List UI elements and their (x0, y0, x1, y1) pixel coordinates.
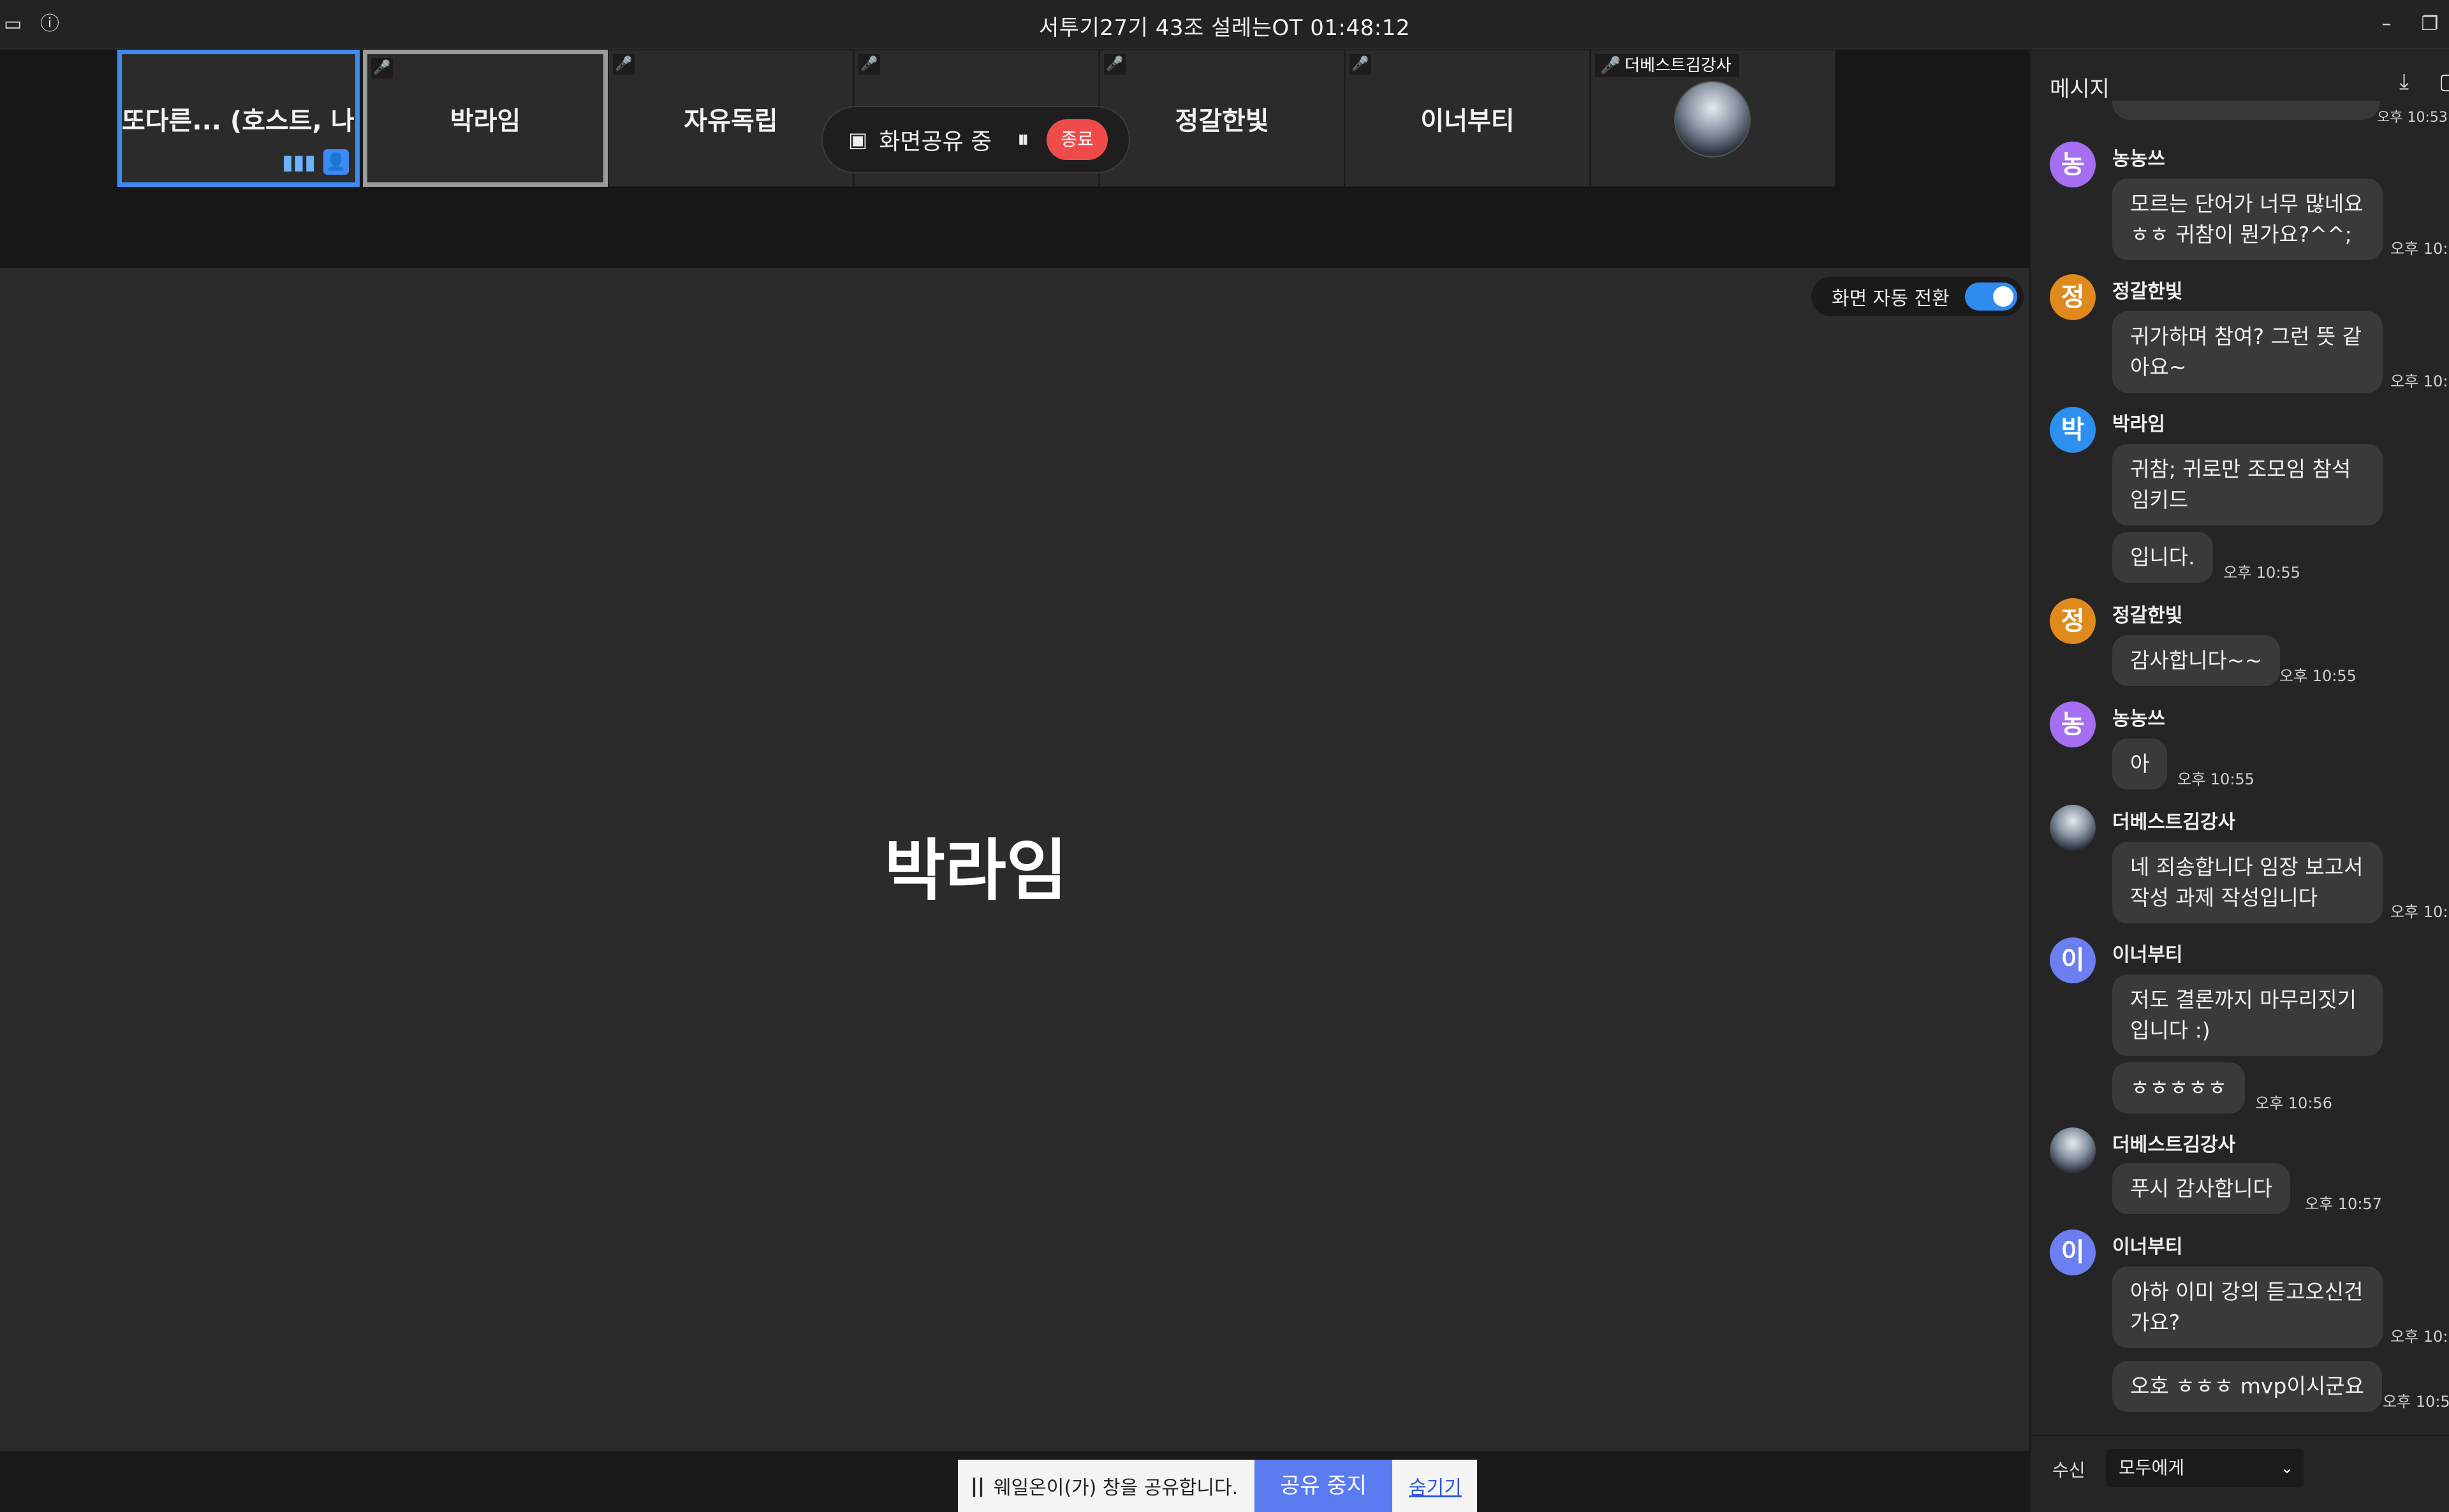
participant-name: 박라임 (450, 106, 521, 136)
active-speaker-name: 박라임 (884, 832, 1068, 909)
message-author: 박라임 (2112, 413, 2165, 436)
participant-tile-host[interactable]: 또다른... (호스트, 나) ▮▮▮ 👤 (117, 50, 360, 187)
message-time: 오후 10:53 (2377, 110, 2448, 126)
message-time: 오후 10:55 (2177, 770, 2254, 788)
main-stage: 화면 자동 전환 박라임 (0, 268, 2029, 1451)
auto-switch-toggle[interactable] (1964, 283, 2017, 311)
message-bubble: 푸시 감사합니다 (2112, 1163, 2291, 1214)
participant-name: 또다른... (호스트, 나) (122, 106, 355, 136)
message-bubble: 오호 ㅎㅎㅎ mvp이시군요 (2112, 1361, 2382, 1412)
message-time: 오후 10:56 (2255, 1094, 2332, 1112)
message-author: 농농쓰 (2112, 708, 2165, 730)
participant-name: 정갈한빛 (1175, 106, 1269, 136)
message-author: 농농쓰 (2112, 148, 2165, 170)
avatar (1674, 81, 1751, 158)
recipient-label: 수신 (2052, 1460, 2085, 1481)
audio-level-icon: ▮▮▮ (282, 150, 316, 174)
screen-share-label: 화면공유 중 (879, 129, 992, 155)
message-time: 오후 10:58 (2383, 1393, 2449, 1411)
title-bar: ▭ ⓘ 서투기27기 43조 설레는OT 01:48:12 – ❐ (0, 0, 2449, 49)
chevron-down-icon: ⌄ (2280, 1459, 2293, 1477)
end-share-button[interactable]: 종료 (1047, 119, 1108, 160)
recipient-select[interactable]: 모두에게 ⌄ (2106, 1449, 2304, 1487)
host-icons: ▮▮▮ 👤 (282, 149, 349, 175)
avatar: 정 (2050, 274, 2096, 320)
avatar (2050, 805, 2096, 851)
participant-tile[interactable]: 🎤 자유독립 (608, 50, 853, 187)
bottom-bar: || 웨일온이(가) 창을 공유합니다. 공유 중지 숨기기 (0, 1451, 2029, 1512)
avatar: 이 (2050, 1229, 2096, 1275)
message-author: 정갈한빛 (2112, 281, 2183, 303)
participant-tile[interactable]: 🎤 이너부티 (1345, 50, 1590, 187)
message-author: 더베스트김강사 (2112, 811, 2236, 833)
message-bubble: 아하 이미 강의 듣고오신건가요? (2112, 1266, 2383, 1348)
recipient-value: 모두에게 (2119, 1457, 2185, 1478)
mic-off-icon: 🎤 (1350, 54, 1371, 75)
auto-switch-label: 화면 자동 전환 (1832, 288, 1950, 310)
avatar: 정 (2050, 598, 2096, 644)
mic-off-icon: 🎤 (858, 54, 880, 75)
message-bubble: 귀참; 귀로만 조모임 참석 임키드 (2112, 444, 2383, 525)
restore-icon[interactable]: ❐ (2417, 11, 2443, 37)
popout-icon[interactable]: ▢ (2439, 69, 2449, 94)
avatar: 박 (2050, 407, 2096, 453)
message-time: 오후 10:55 (2223, 564, 2300, 582)
hide-link[interactable]: 숨기기 (1409, 1472, 1462, 1500)
message-bubble: ㅎㅎㅎㅎㅎ (2112, 1062, 2245, 1113)
participant-name: 더베스트김강사 (1624, 56, 1732, 75)
message-bubble (2112, 101, 2380, 120)
message-time: 오후 10:55 (2390, 372, 2449, 390)
participant-strip: 또다른... (호스트, 나) ▮▮▮ 👤 🎤 박라임 🎤 자유독립 🎤 🎤 정… (0, 50, 2029, 268)
message-bubble: 모르는 단어가 너무 많네요 ㅎㅎ 귀참이 뭔가요?^^; (2112, 179, 2383, 260)
mic-off-icon: 🎤 (1600, 56, 1621, 75)
participant-tile[interactable]: 🎤 정갈한빛 (1099, 50, 1344, 187)
chat-title: 메시지 (2050, 77, 2110, 102)
message-bubble: 아 (2112, 738, 2168, 789)
participant-name: 자유독립 (684, 106, 778, 136)
share-notice-text: 웨일온이(가) 창을 공유합니다. (993, 1477, 1239, 1499)
message-time: 오후 10:56 (2390, 903, 2449, 921)
pause-button[interactable]: ⏸ (1017, 126, 1029, 153)
message-time: 오후 10:55 (2279, 667, 2357, 685)
avatar: 이 (2050, 937, 2096, 983)
minimize-icon[interactable]: – (2374, 11, 2399, 37)
mic-off-icon: 🎤 (1104, 54, 1126, 75)
screen-share-pill: ▣ 화면공유 중 ⏸ 종료 (821, 106, 1130, 173)
message-author: 더베스트김강사 (2112, 1134, 2236, 1156)
avatar (2050, 1127, 2096, 1173)
share-notice: || 웨일온이(가) 창을 공유합니다. 공유 중지 숨기기 (958, 1460, 1477, 1512)
message-bubble: 감사합니다~~ (2112, 635, 2281, 686)
person-badge-icon: 👤 (323, 149, 349, 175)
participant-name-tag: 🎤 더베스트김강사 (1595, 54, 1739, 77)
message-time: 오후 10:58 (2390, 1328, 2449, 1346)
message-author: 이너부티 (2112, 1236, 2183, 1258)
mic-off-icon: 🎤 (371, 58, 393, 78)
participant-tile[interactable]: 🎤 박라임 (363, 50, 608, 187)
participant-tile[interactable]: 🎤 더베스트김강사 (1591, 50, 1835, 187)
message-time: 오후 10:57 (2305, 1195, 2382, 1213)
share-grip-icon: || (971, 1474, 985, 1497)
window-title: 서투기27기 43조 설레는OT 01:48:12 (1039, 15, 1410, 41)
chat-panel: 메시지 ⤓ ▢ 오후 10:53 농 농농쓰 모르는 단어가 너무 많네요 ㅎㅎ… (2029, 50, 2449, 1512)
avatar: 농 (2050, 701, 2096, 747)
message-bubble: 귀가하며 참여? 그런 뜻 같아요~ (2112, 311, 2383, 393)
message-time: 오후 10:54 (2390, 240, 2449, 258)
download-icon[interactable]: ⤓ (2399, 69, 2409, 94)
auto-switch-control: 화면 자동 전환 (1811, 277, 2024, 316)
message-bubble: 저도 결론까지 마무리짓기입니다 :) (2112, 974, 2383, 1056)
screen-share-icon: ▣ (848, 128, 868, 152)
chat-footer: 수신 모두에게 ⌄ (2031, 1435, 2449, 1512)
message-bubble: 입니다. (2112, 532, 2213, 583)
message-author: 이너부티 (2112, 944, 2183, 966)
stop-share-button[interactable]: 공유 중지 (1254, 1460, 1393, 1512)
message-bubble: 네 죄송합니다 임장 보고서 작성 과제 작성입니다 (2112, 842, 2383, 923)
avatar: 농 (2050, 142, 2096, 187)
participant-name: 이너부티 (1420, 106, 1515, 136)
mic-off-icon: 🎤 (613, 54, 635, 75)
message-author: 정갈한빛 (2112, 605, 2183, 627)
